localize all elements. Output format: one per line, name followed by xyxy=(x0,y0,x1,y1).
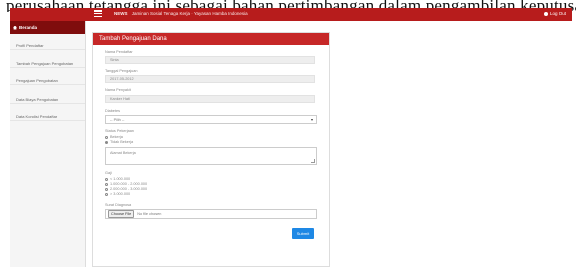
hamburger-menu-icon[interactable] xyxy=(94,10,102,18)
radio-icon[interactable] xyxy=(105,140,108,144)
sidebar-item-profil[interactable]: Profil Pendaftar xyxy=(10,41,85,50)
radio-icon[interactable] xyxy=(105,187,108,191)
surat-diagnosa-label: Surat Diagnosa xyxy=(105,203,132,207)
gaji-option-label: > 3.000.000 xyxy=(110,192,131,196)
file-status: No file chosen xyxy=(137,212,162,216)
top-navbar: NEWS Jaminan Sosial Tenaga Kerja · Yayas… xyxy=(10,8,572,21)
gaji-option-label: < 1.000.000 xyxy=(110,177,131,181)
nama-penyakit-label: Nama Penyakit xyxy=(105,88,131,92)
app-title: NEWS Jaminan Sosial Tenaga Kerja · Yayas… xyxy=(114,11,248,16)
chevron-down-icon xyxy=(311,119,313,121)
radio-icon[interactable] xyxy=(105,177,108,181)
radio-icon[interactable] xyxy=(105,192,108,196)
gaji-option-2[interactable]: 1.000.000 - 2.000.000 xyxy=(105,182,147,186)
gaji-label: Gaji xyxy=(105,171,112,175)
radio-icon[interactable] xyxy=(105,182,108,186)
gaji-option-label: 1.000.000 - 2.000.000 xyxy=(110,182,148,186)
sidebar-item-data-kondisi[interactable]: Data Kondisi Pendaftar xyxy=(10,112,85,121)
sidebar-item-beranda[interactable]: Beranda xyxy=(10,21,85,34)
panel-title: Tambah Pengajuan Dana xyxy=(93,33,329,45)
sidebar-item-data-biaya[interactable]: Data Biaya Pengobatan xyxy=(10,95,85,104)
gaji-option-label: 2.000.000 - 3.000.000 xyxy=(110,187,148,191)
tanggal-pengajuan-field[interactable]: 2017-05-2012 xyxy=(105,75,315,83)
gaji-option-1[interactable]: < 1.000.000 xyxy=(105,177,130,181)
resize-handle-icon[interactable] xyxy=(311,159,315,163)
tanggal-pengajuan-label: Tanggal Pengajuan xyxy=(105,69,138,73)
gaji-option-4[interactable]: > 3.000.000 xyxy=(105,192,130,196)
sidebar-item-pengajuan[interactable]: Pengajuan Pengobatan xyxy=(10,76,85,85)
status-option-tidak-bekerja[interactable]: Tidak Bekerja xyxy=(105,140,133,144)
sidebar: Beranda Profil Pendaftar Tambah Pengajua… xyxy=(10,21,86,267)
brand-label: NEWS xyxy=(114,11,128,16)
alamat-bekerja-placeholder: Alamat Bekerja xyxy=(110,151,136,155)
sidebar-item-tambah-pengajuan[interactable]: Tambah Pengajuan Pengobatan xyxy=(10,59,85,68)
form-panel: Tambah Pengajuan Dana Nama Pendaftar Sin… xyxy=(92,32,330,267)
radio-icon[interactable] xyxy=(105,135,108,139)
nama-penyakit-field[interactable]: Kanker Hati xyxy=(105,95,315,103)
diabetes-select[interactable]: -- Pilih -- xyxy=(105,115,317,124)
surat-diagnosa-file-input[interactable]: Choose File No file chosen xyxy=(105,209,317,219)
user-icon xyxy=(543,11,548,16)
alamat-bekerja-textarea[interactable]: Alamat Bekerja xyxy=(105,147,317,165)
submit-button[interactable]: Submit xyxy=(292,228,314,239)
diabetes-label: Diabetes xyxy=(105,109,120,113)
logout-label: Log Out xyxy=(549,11,566,16)
diabetes-select-value: -- Pilih -- xyxy=(110,118,125,122)
status-option-label: Bekerja xyxy=(110,135,123,139)
app-subtitle: Jaminan Sosial Tenaga Kerja · Yayasan Ha… xyxy=(131,11,248,16)
status-option-label: Tidak Bekerja xyxy=(110,140,134,144)
sidebar-header-label: Beranda xyxy=(19,25,38,30)
status-option-bekerja[interactable]: Bekerja xyxy=(105,135,123,139)
nama-pendaftar-label: Nama Pendaftar xyxy=(105,50,133,54)
gaji-option-3[interactable]: 2.000.000 - 3.000.000 xyxy=(105,187,147,191)
logout-button[interactable]: Log Out xyxy=(543,11,566,16)
home-icon xyxy=(13,25,17,30)
status-pekerjaan-label: Status Pekerjaan xyxy=(105,129,134,133)
choose-file-button[interactable]: Choose File xyxy=(108,210,135,218)
nama-pendaftar-field[interactable]: Sinta xyxy=(105,56,315,64)
